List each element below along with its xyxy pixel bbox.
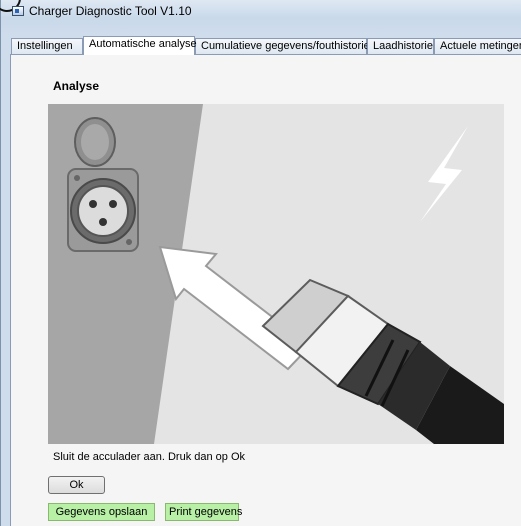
illustration-graphic	[48, 104, 504, 444]
app-window-icon	[12, 6, 24, 16]
title-bar: Charger Diagnostic Tool V1.10	[1, 0, 521, 22]
tab-automatische-analyse[interactable]: Automatische analyse	[83, 36, 197, 55]
tab-cumulatieve-gegevens[interactable]: Cumulatieve gegevens/fouthistorie	[195, 38, 370, 55]
ok-button[interactable]: Ok	[48, 476, 105, 494]
section-title: Analyse	[53, 79, 100, 93]
application-window: Charger Diagnostic Tool V1.10 Instelling…	[0, 0, 521, 526]
tab-actuele-metingen[interactable]: Actuele metingen	[434, 38, 521, 55]
print-data-button[interactable]: Print gegevens	[165, 503, 242, 521]
tab-instellingen[interactable]: Instellingen	[11, 38, 83, 55]
instruction-text: Sluit de acculader aan. Druk dan op Ok	[53, 451, 246, 463]
connector-plug-in-illustration	[48, 104, 504, 444]
tab-strip: Instellingen Automatische analyse Cumula…	[1, 36, 521, 55]
save-data-button[interactable]: Gegevens opslaan	[48, 503, 155, 521]
window-title: Charger Diagnostic Tool V1.10	[29, 4, 192, 18]
tab-laadhistorie[interactable]: Laadhistorie	[367, 38, 434, 55]
xlr-socket	[77, 185, 129, 237]
